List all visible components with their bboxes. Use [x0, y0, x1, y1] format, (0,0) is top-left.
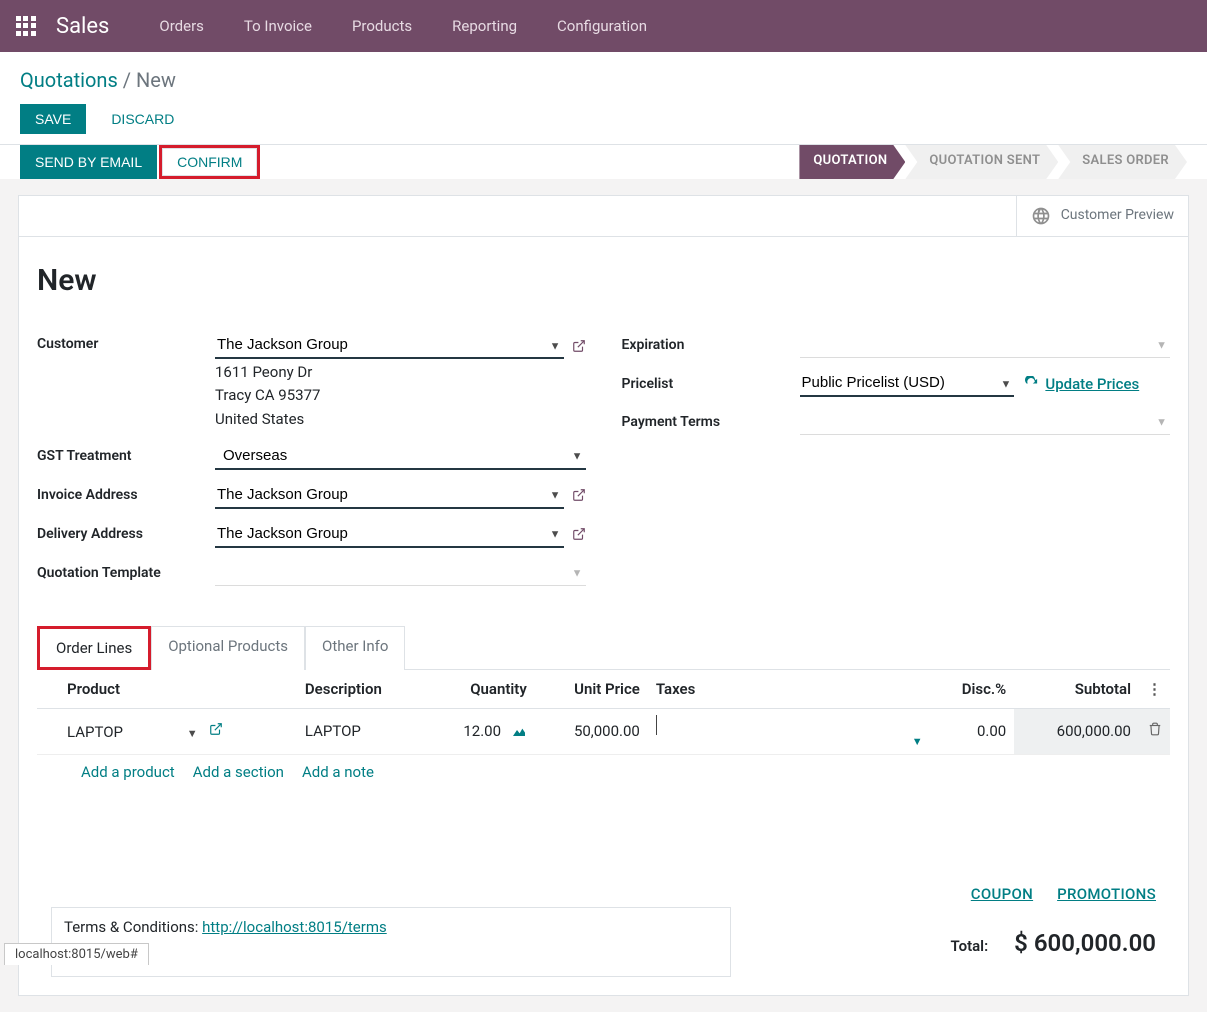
product-cell[interactable]: LAPTOP — [67, 723, 123, 741]
table-row[interactable]: LAPTOP ▼ LAPTOP 12.00 50,000.00 ▼ — [37, 708, 1170, 754]
chart-icon[interactable] — [511, 724, 527, 740]
status-url: localhost:8015/web# — [4, 943, 149, 965]
quotation-template-input[interactable] — [215, 560, 586, 586]
status-bar: QUOTATION QUOTATION SENT SALES ORDER — [799, 145, 1187, 179]
status-quotation[interactable]: QUOTATION — [799, 145, 905, 179]
invoice-address-label: Invoice Address — [37, 487, 215, 503]
description-cell[interactable]: LAPTOP — [297, 708, 425, 754]
caret-icon: ▼ — [187, 727, 198, 740]
add-note-link[interactable]: Add a note — [302, 763, 374, 781]
tab-order-lines[interactable]: Order Lines — [37, 626, 151, 670]
customer-input[interactable] — [215, 332, 564, 359]
tab-optional-products[interactable]: Optional Products — [151, 626, 305, 670]
top-menu-configuration[interactable]: Configuration — [537, 7, 667, 45]
apps-icon[interactable] — [16, 16, 36, 36]
order-lines-table: Product Description Quantity Unit Price … — [37, 670, 1170, 755]
customer-address: 1611 Peony Dr Tracy CA 95377 United Stat… — [215, 361, 586, 431]
total-value: $ 600,000.00 — [1014, 929, 1156, 957]
top-menu-reporting[interactable]: Reporting — [432, 7, 537, 45]
page-title: New — [37, 263, 1170, 298]
top-menu-orders[interactable]: Orders — [139, 7, 224, 45]
col-disc: Disc.% — [931, 670, 1015, 709]
pricelist-input[interactable] — [800, 370, 1015, 397]
breadcrumb: Quotations / New — [20, 68, 1187, 92]
trash-icon[interactable] — [1148, 722, 1162, 736]
col-subtotal: Subtotal — [1014, 670, 1139, 709]
gst-treatment-input[interactable] — [215, 443, 586, 470]
control-panel: Quotations / New SAVE DISCARD — [0, 52, 1207, 144]
discount-cell[interactable]: 0.00 — [931, 708, 1015, 754]
tab-other-info[interactable]: Other Info — [305, 626, 405, 670]
promotions-link[interactable]: PROMOTIONS — [1057, 885, 1156, 903]
breadcrumb-root[interactable]: Quotations — [20, 68, 118, 92]
top-menu-to-invoice[interactable]: To Invoice — [224, 7, 332, 45]
tabs: Order Lines Optional Products Other Info — [37, 626, 1170, 670]
send-by-email-button[interactable]: SEND BY EMAIL — [20, 145, 157, 179]
discard-button[interactable]: DISCARD — [96, 104, 189, 134]
status-sales-order[interactable]: SALES ORDER — [1058, 145, 1187, 179]
expiration-label: Expiration — [622, 337, 800, 353]
terms-box[interactable]: Terms & Conditions: http://localhost:801… — [51, 907, 731, 977]
globe-icon — [1031, 206, 1051, 226]
form-card: Customer Preview New Customer ▼ — [18, 195, 1189, 996]
status-quotation-sent[interactable]: QUOTATION SENT — [905, 145, 1058, 179]
caret-icon: ▼ — [912, 735, 923, 748]
external-link-icon[interactable] — [572, 487, 586, 503]
kebab-icon[interactable]: ⋮ — [1139, 670, 1170, 709]
breadcrumb-sep: / — [123, 68, 131, 92]
add-section-link[interactable]: Add a section — [193, 763, 284, 781]
gst-treatment-label: GST Treatment — [37, 448, 215, 464]
quantity-cell[interactable]: 12.00 — [463, 722, 501, 740]
customer-label: Customer — [37, 332, 215, 352]
update-prices-link[interactable]: Update Prices — [1024, 375, 1139, 393]
terms-link[interactable]: http://localhost:8015/terms — [202, 918, 387, 936]
delivery-address-label: Delivery Address — [37, 526, 215, 542]
save-button[interactable]: SAVE — [20, 104, 86, 134]
customer-preview-button[interactable]: Customer Preview — [1016, 196, 1188, 236]
coupon-link[interactable]: COUPON — [971, 885, 1033, 903]
col-product: Product — [59, 670, 297, 709]
taxes-input[interactable] — [656, 715, 923, 735]
pricelist-label: Pricelist — [622, 376, 800, 392]
action-bar: SEND BY EMAIL CONFIRM QUOTATION QUOTATIO… — [0, 144, 1207, 179]
confirm-button[interactable]: CONFIRM — [162, 148, 257, 176]
col-unit-price: Unit Price — [535, 670, 648, 709]
add-product-link[interactable]: Add a product — [81, 763, 175, 781]
top-menu-products[interactable]: Products — [332, 7, 432, 45]
breadcrumb-current: New — [136, 68, 176, 92]
expiration-input[interactable] — [800, 332, 1171, 358]
delivery-address-input[interactable] — [215, 521, 564, 548]
app-name[interactable]: Sales — [56, 14, 109, 39]
confirm-highlight: CONFIRM — [159, 145, 260, 179]
external-link-icon[interactable] — [572, 526, 586, 542]
invoice-address-input[interactable] — [215, 482, 564, 509]
payment-terms-input[interactable] — [800, 409, 1171, 435]
quotation-template-label: Quotation Template — [37, 565, 215, 581]
external-link-icon[interactable] — [209, 721, 223, 737]
col-quantity: Quantity — [425, 670, 535, 709]
top-menu: Orders To Invoice Products Reporting Con… — [139, 7, 667, 45]
col-description: Description — [297, 670, 425, 709]
payment-terms-label: Payment Terms — [622, 414, 800, 430]
col-taxes: Taxes — [648, 670, 931, 709]
unit-price-cell[interactable]: 50,000.00 — [535, 708, 648, 754]
customer-preview-label: Customer Preview — [1061, 207, 1174, 225]
subtotal-cell: 600,000.00 — [1014, 708, 1139, 754]
external-link-icon[interactable] — [572, 338, 586, 354]
refresh-icon — [1024, 376, 1039, 391]
total-label: Total: — [951, 937, 989, 955]
